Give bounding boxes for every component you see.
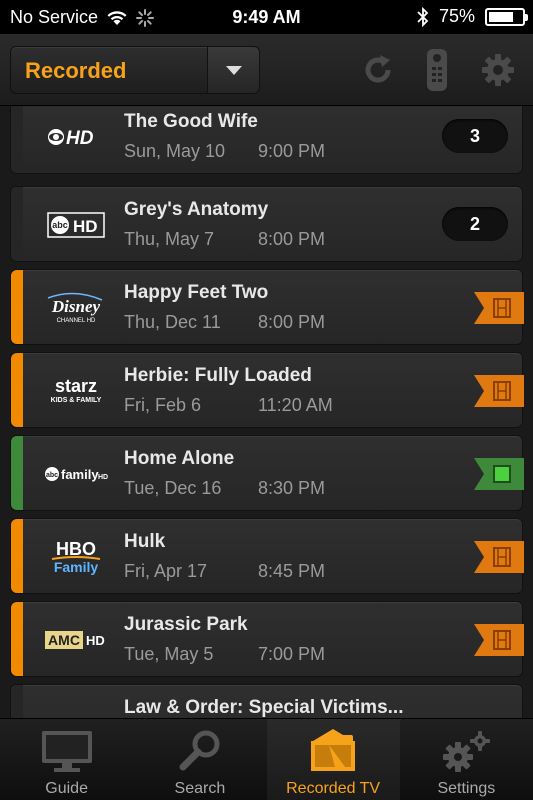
tab-recorded-tv[interactable]: Recorded TV bbox=[266, 719, 400, 800]
status-bar-indicator bbox=[11, 436, 23, 510]
recording-title: The Good Wife bbox=[124, 111, 258, 132]
tab-settings[interactable]: Settings bbox=[400, 719, 533, 800]
list-item[interactable]: abc family HD Home Alone Tue, Dec 16 8:3… bbox=[10, 435, 524, 511]
recording-time: 8:45 PM bbox=[258, 561, 326, 581]
status-bar-indicator bbox=[11, 270, 23, 344]
filter-dropdown[interactable]: Recorded bbox=[10, 46, 260, 94]
list-item[interactable]: Law & Order: Special Victims... bbox=[10, 684, 523, 718]
bluetooth-icon bbox=[417, 6, 429, 27]
recording-title: Law & Order: Special Victims... bbox=[124, 697, 404, 718]
status-bar-indicator bbox=[11, 353, 23, 427]
recording-date: Fri, Feb 6 bbox=[124, 395, 202, 415]
status-bar-indicator bbox=[11, 519, 23, 593]
recording-time: 9:00 PM bbox=[258, 141, 326, 161]
starz-text: starz bbox=[55, 376, 97, 396]
list-item[interactable]: HD The Good Wife Sun, May 10 9:00 PM 3 bbox=[10, 106, 523, 174]
recording-time: 7:00 PM bbox=[258, 644, 326, 664]
recorded-tv-icon bbox=[311, 729, 356, 771]
refresh-icon[interactable] bbox=[360, 52, 396, 88]
recording-time: 8:00 PM bbox=[258, 229, 326, 249]
recording-time: 8:00 PM bbox=[258, 312, 326, 332]
tab-bar: Guide Search Recorded TV Settings bbox=[0, 718, 533, 800]
channel-logo-disney: Disney CHANNEL HD bbox=[41, 288, 111, 328]
battery-icon bbox=[485, 7, 528, 26]
amc-hd-text: HD bbox=[86, 633, 105, 648]
list-item[interactable]: Disney CHANNEL HD Happy Feet Two Thu, De… bbox=[10, 269, 524, 345]
recording-time: 11:20 AM bbox=[258, 395, 333, 415]
dropdown-label: Recorded bbox=[25, 58, 127, 83]
recording-date: Sun, May 10 bbox=[124, 141, 226, 161]
channel-logo-abc: abc HD bbox=[41, 205, 111, 245]
recording-title: Happy Feet Two bbox=[124, 282, 269, 303]
channel-logo-hbo-family: HBO Family bbox=[41, 537, 111, 577]
abcfam-abc-text: abc bbox=[46, 472, 58, 479]
remote-icon[interactable] bbox=[422, 48, 452, 92]
chevron-down-icon[interactable] bbox=[207, 47, 259, 93]
status-bar: No Service 9:49 AM 75% bbox=[0, 0, 533, 34]
episode-count-badge: 2 bbox=[442, 207, 508, 241]
status-bar-indicator bbox=[11, 187, 23, 261]
movie-flag-icon bbox=[474, 624, 524, 656]
disney-text: Disney bbox=[51, 297, 101, 316]
recording-date: Tue, May 5 bbox=[124, 644, 214, 664]
recording-time: 8:30 PM bbox=[258, 478, 326, 498]
disney-sub-text: CHANNEL HD bbox=[57, 318, 96, 324]
recording-title: Jurassic Park bbox=[124, 614, 248, 635]
header: Recorded bbox=[0, 34, 533, 106]
movie-flag-icon bbox=[474, 541, 524, 573]
status-bar-indicator bbox=[11, 602, 23, 676]
channel-logo-starz: starz KIDS & FAMILY bbox=[41, 371, 111, 411]
new-recording-flag-icon bbox=[474, 458, 524, 490]
list-item[interactable]: starz KIDS & FAMILY Herbie: Fully Loaded… bbox=[10, 352, 524, 428]
gears-icon bbox=[443, 731, 491, 772]
recordings-list[interactable]: HD The Good Wife Sun, May 10 9:00 PM 3 a… bbox=[0, 106, 533, 718]
recording-date: Fri, Apr 17 bbox=[124, 561, 208, 581]
tab-label: Settings bbox=[437, 780, 496, 797]
abcfam-hd-text: HD bbox=[98, 474, 108, 481]
gear-icon[interactable] bbox=[480, 52, 516, 88]
recording-title: Herbie: Fully Loaded bbox=[124, 365, 312, 386]
status-right: 75% bbox=[417, 6, 528, 27]
movie-flag-icon bbox=[474, 375, 524, 407]
recording-date: Thu, May 7 bbox=[124, 229, 215, 249]
tab-guide[interactable]: Guide bbox=[0, 719, 133, 800]
abcfam-family-text: family bbox=[61, 467, 99, 482]
cbs-hd-text: HD bbox=[66, 128, 94, 149]
status-bar-indicator bbox=[11, 685, 23, 718]
tab-search[interactable]: Search bbox=[133, 719, 266, 800]
status-bar-indicator bbox=[11, 106, 23, 173]
amc-text: AMC bbox=[48, 632, 80, 648]
recording-date: Thu, Dec 11 bbox=[124, 312, 221, 332]
channel-logo-abc-family: abc family HD bbox=[41, 454, 111, 494]
abc-hd-text: HD bbox=[73, 217, 98, 236]
hbo-family-text: Family bbox=[54, 559, 99, 575]
movie-flag-icon bbox=[474, 292, 524, 324]
abc-text: abc bbox=[52, 220, 68, 230]
tab-label: Recorded TV bbox=[286, 780, 381, 797]
list-item[interactable]: AMC HD Jurassic Park Tue, May 5 7:00 PM bbox=[10, 601, 524, 677]
recording-date: Tue, Dec 16 bbox=[124, 478, 222, 498]
recording-title: Hulk bbox=[124, 531, 166, 552]
tab-label: Search bbox=[174, 780, 226, 797]
channel-logo-cbs: HD bbox=[41, 117, 111, 157]
list-item[interactable]: HBO Family Hulk Fri, Apr 17 8:45 PM bbox=[10, 518, 524, 594]
channel-logo-amc: AMC HD bbox=[41, 620, 111, 660]
tv-icon bbox=[41, 731, 92, 772]
starz-sub-text: KIDS & FAMILY bbox=[51, 397, 102, 404]
recording-title: Grey's Anatomy bbox=[124, 199, 269, 220]
magnifier-icon bbox=[179, 730, 220, 771]
battery-percent: 75% bbox=[438, 6, 475, 26]
recording-title: Home Alone bbox=[124, 448, 235, 469]
tab-label: Guide bbox=[45, 780, 88, 797]
list-item[interactable]: abc HD Grey's Anatomy Thu, May 7 8:00 PM… bbox=[10, 186, 523, 262]
episode-count-badge: 3 bbox=[442, 119, 508, 153]
